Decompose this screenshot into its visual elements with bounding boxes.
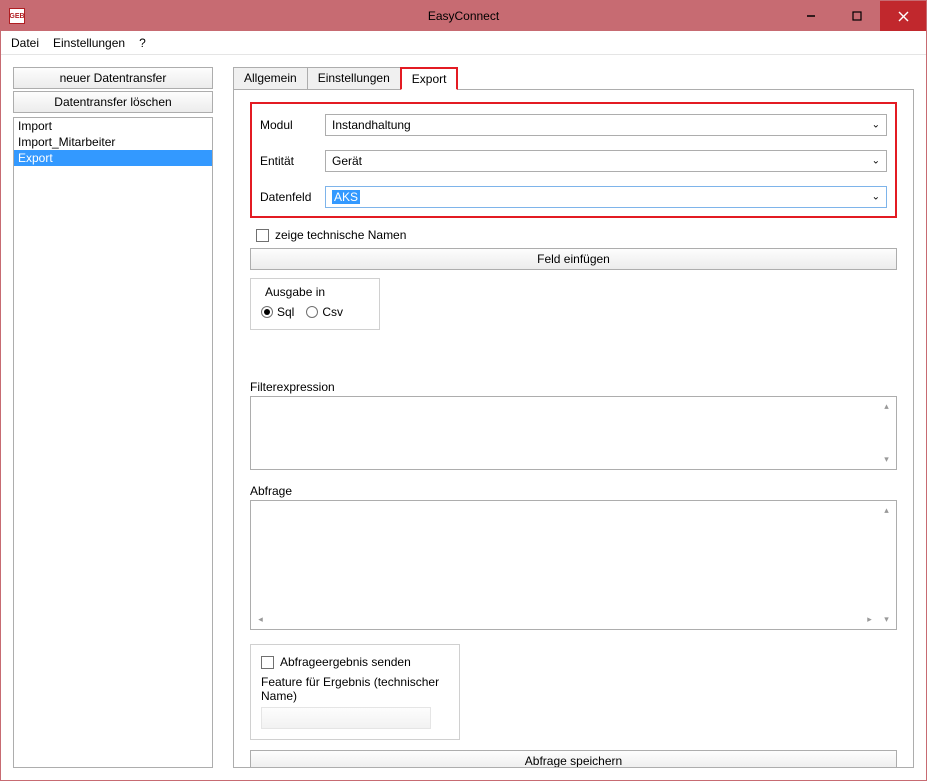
maximize-button[interactable] xyxy=(834,1,880,31)
checkbox-icon xyxy=(256,229,269,242)
result-group: Abfrageergebnis senden Feature für Ergeb… xyxy=(250,644,460,740)
entitaet-combo[interactable]: Gerät ⌄ xyxy=(325,150,887,172)
window-controls xyxy=(788,1,926,31)
scroll-right-icon: ▸ xyxy=(861,611,878,628)
new-transfer-button[interactable]: neuer Datentransfer xyxy=(13,67,213,89)
chevron-down-icon: ⌄ xyxy=(872,192,880,203)
chevron-down-icon: ⌄ xyxy=(872,156,880,167)
send-result-row[interactable]: Abfrageergebnis senden xyxy=(261,655,449,669)
scroll-left-icon: ◂ xyxy=(252,611,269,628)
feature-label: Feature für Ergebnis (technischer Name) xyxy=(261,675,449,703)
content-area: neuer Datentransfer Datentransfer lösche… xyxy=(1,55,926,780)
tab-einstellungen[interactable]: Einstellungen xyxy=(307,67,401,89)
datenfeld-combo[interactable]: AKS ⌄ xyxy=(325,186,887,208)
show-technical-row[interactable]: zeige technische Namen xyxy=(256,228,897,242)
menubar: Datei Einstellungen ? xyxy=(1,31,926,55)
minimize-icon xyxy=(806,11,816,21)
list-item[interactable]: Import_Mitarbeiter xyxy=(14,134,212,150)
minimize-button[interactable] xyxy=(788,1,834,31)
field-row-entitaet: Entität Gerät ⌄ xyxy=(260,150,887,172)
delete-transfer-button[interactable]: Datentransfer löschen xyxy=(13,91,213,113)
maximize-icon xyxy=(852,11,862,21)
titlebar: GEB EasyConnect xyxy=(1,1,926,31)
scrollbar-v[interactable]: ▴ ▾ xyxy=(878,398,895,468)
checkbox-icon xyxy=(261,656,274,669)
tab-allgemein[interactable]: Allgemein xyxy=(233,67,308,89)
filter-label: Filterexpression xyxy=(250,380,897,394)
menu-einstellungen[interactable]: Einstellungen xyxy=(53,36,125,50)
scrollbar-h[interactable]: ◂ ▸ xyxy=(252,611,878,628)
transfer-listbox[interactable]: Import Import_Mitarbeiter Export xyxy=(13,117,213,768)
radio-csv-label: Csv xyxy=(322,305,343,319)
feature-input[interactable] xyxy=(261,707,431,729)
app-icon: GEB xyxy=(9,8,25,24)
close-icon xyxy=(898,11,909,22)
tab-body-export: Modul Instandhaltung ⌄ Entität Gerät ⌄ xyxy=(233,89,914,768)
send-result-label: Abfrageergebnis senden xyxy=(280,655,411,669)
chevron-down-icon: ⌄ xyxy=(872,120,880,131)
field-group: Modul Instandhaltung ⌄ Entität Gerät ⌄ xyxy=(250,102,897,218)
tab-strip: Allgemein Einstellungen Export xyxy=(233,67,914,89)
output-group: Ausgabe in Sql Csv xyxy=(250,278,380,330)
field-row-datenfeld: Datenfeld AKS ⌄ xyxy=(260,186,887,208)
radio-sql[interactable]: Sql xyxy=(261,305,294,319)
datenfeld-value: AKS xyxy=(332,190,360,204)
radio-icon xyxy=(261,306,273,318)
radio-icon xyxy=(306,306,318,318)
modul-combo[interactable]: Instandhaltung ⌄ xyxy=(325,114,887,136)
radio-sql-label: Sql xyxy=(277,305,294,319)
menu-datei[interactable]: Datei xyxy=(11,36,39,50)
app-window: GEB EasyConnect Datei Einstellungen ? ne… xyxy=(0,0,927,781)
scroll-up-icon: ▴ xyxy=(878,502,895,519)
scrollbar-v[interactable]: ▴ ▾ xyxy=(878,502,895,628)
list-item[interactable]: Export xyxy=(14,150,212,166)
scroll-up-icon: ▴ xyxy=(878,398,895,415)
left-panel: neuer Datentransfer Datentransfer lösche… xyxy=(13,67,213,768)
filter-textarea[interactable]: ▴ ▾ xyxy=(250,396,897,470)
query-textarea[interactable]: ▴ ▾ ◂ ▸ xyxy=(250,500,897,630)
scroll-down-icon: ▾ xyxy=(878,611,895,628)
modul-label: Modul xyxy=(260,118,325,132)
datenfeld-label: Datenfeld xyxy=(260,190,325,204)
entitaet-label: Entität xyxy=(260,154,325,168)
radio-csv[interactable]: Csv xyxy=(306,305,343,319)
window-title: EasyConnect xyxy=(428,9,499,23)
close-button[interactable] xyxy=(880,1,926,31)
save-query-button[interactable]: Abfrage speichern xyxy=(250,750,897,768)
entitaet-value: Gerät xyxy=(332,154,362,168)
output-legend: Ausgabe in xyxy=(261,285,329,299)
show-technical-label: zeige technische Namen xyxy=(275,228,406,242)
tab-export[interactable]: Export xyxy=(400,67,459,90)
field-row-modul: Modul Instandhaltung ⌄ xyxy=(260,114,887,136)
scroll-down-icon: ▾ xyxy=(878,451,895,468)
right-panel: Allgemein Einstellungen Export Modul Ins… xyxy=(233,67,914,768)
radio-row: Sql Csv xyxy=(261,305,369,319)
modul-value: Instandhaltung xyxy=(332,118,411,132)
menu-help[interactable]: ? xyxy=(139,36,146,50)
list-item[interactable]: Import xyxy=(14,118,212,134)
query-label: Abfrage xyxy=(250,484,897,498)
insert-field-button[interactable]: Feld einfügen xyxy=(250,248,897,270)
